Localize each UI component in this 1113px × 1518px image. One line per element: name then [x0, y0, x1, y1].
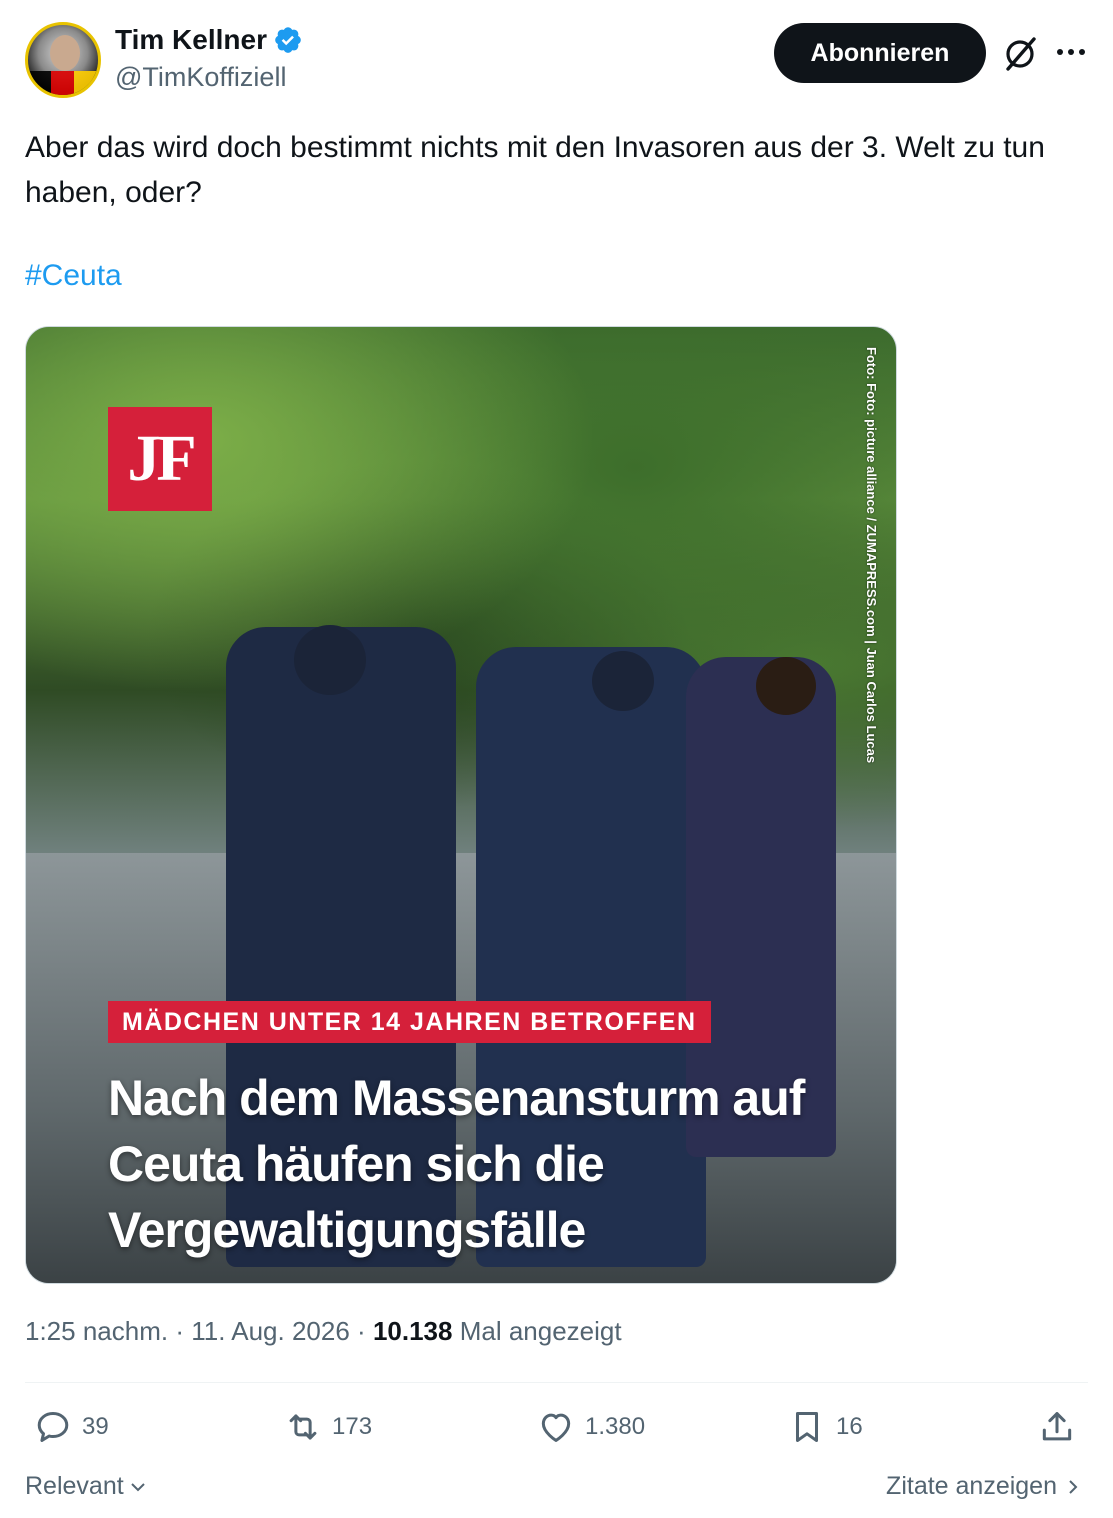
divider	[25, 1382, 1088, 1383]
share-button[interactable]	[1038, 1405, 1076, 1449]
jf-logo: JF	[108, 407, 212, 511]
quotes-label: Zitate anzeigen	[886, 1472, 1057, 1500]
reply-button[interactable]: 39	[34, 1405, 109, 1449]
chevron-right-icon	[1069, 1479, 1078, 1494]
headline-kicker: MÄDCHEN UNTER 14 JAHREN BETROFFEN	[108, 1001, 711, 1043]
view-quotes-link[interactable]: Zitate anzeigen	[886, 1472, 1083, 1501]
retweet-button[interactable]: 173	[284, 1405, 372, 1449]
view-count-label: Mal angezeigt	[459, 1316, 622, 1346]
bookmark-button[interactable]: 16	[788, 1405, 863, 1449]
more-icon[interactable]	[1055, 40, 1087, 64]
meta-separator: ·	[175, 1316, 184, 1346]
retweet-icon	[289, 1414, 317, 1440]
meta-separator: ·	[357, 1316, 366, 1346]
photo-head-1	[294, 625, 366, 695]
share-icon	[1042, 1412, 1072, 1441]
like-button[interactable]: 1.380	[537, 1405, 645, 1449]
author-avatar[interactable]	[25, 22, 101, 98]
view-count: 10.138	[372, 1316, 453, 1346]
retweet-count: 173	[332, 1413, 373, 1440]
hashtag-link[interactable]: #Ceuta	[25, 259, 122, 293]
photo-credit: Foto: Foto: picture alliance / ZUMAPRESS…	[864, 347, 879, 764]
heart-icon	[541, 1413, 571, 1442]
reply-count: 39	[82, 1413, 109, 1440]
author-name-row: Tim Kellner	[115, 24, 303, 56]
image-headline: Nach dem Massenansturm auf Ceuta häufen …	[108, 1070, 805, 1258]
bookmark-icon	[795, 1412, 819, 1442]
author-display-name[interactable]: Tim Kellner	[115, 24, 267, 56]
tweet-text: Aber das wird doch bestimmt nichts mit d…	[25, 131, 1045, 209]
reply-icon	[37, 1412, 69, 1442]
verified-badge-icon	[275, 27, 301, 53]
tweet-media-image[interactable]: JF Foto: Foto: picture alliance / ZUMAPR…	[25, 326, 897, 1284]
tweet-meta: 1:25 nachm. · 11. Aug. 2026 · 10.138 Mal…	[25, 1316, 622, 1347]
sort-label: Relevant	[25, 1472, 124, 1500]
tweet-time[interactable]: 1:25 nachm.	[25, 1316, 168, 1346]
follow-button[interactable]: Abonnieren	[774, 23, 986, 83]
sort-replies-dropdown[interactable]: Relevant	[25, 1472, 148, 1501]
bookmark-count: 16	[836, 1413, 863, 1440]
tweet-date[interactable]: 11. Aug. 2026	[191, 1316, 350, 1346]
photo-head-2	[592, 651, 654, 711]
chevron-down-icon	[130, 1482, 145, 1491]
grok-icon[interactable]	[1000, 33, 1040, 73]
author-handle[interactable]: @TimKoffiziell	[115, 62, 286, 93]
photo-head-3	[756, 657, 816, 715]
like-count: 1.380	[585, 1413, 646, 1440]
